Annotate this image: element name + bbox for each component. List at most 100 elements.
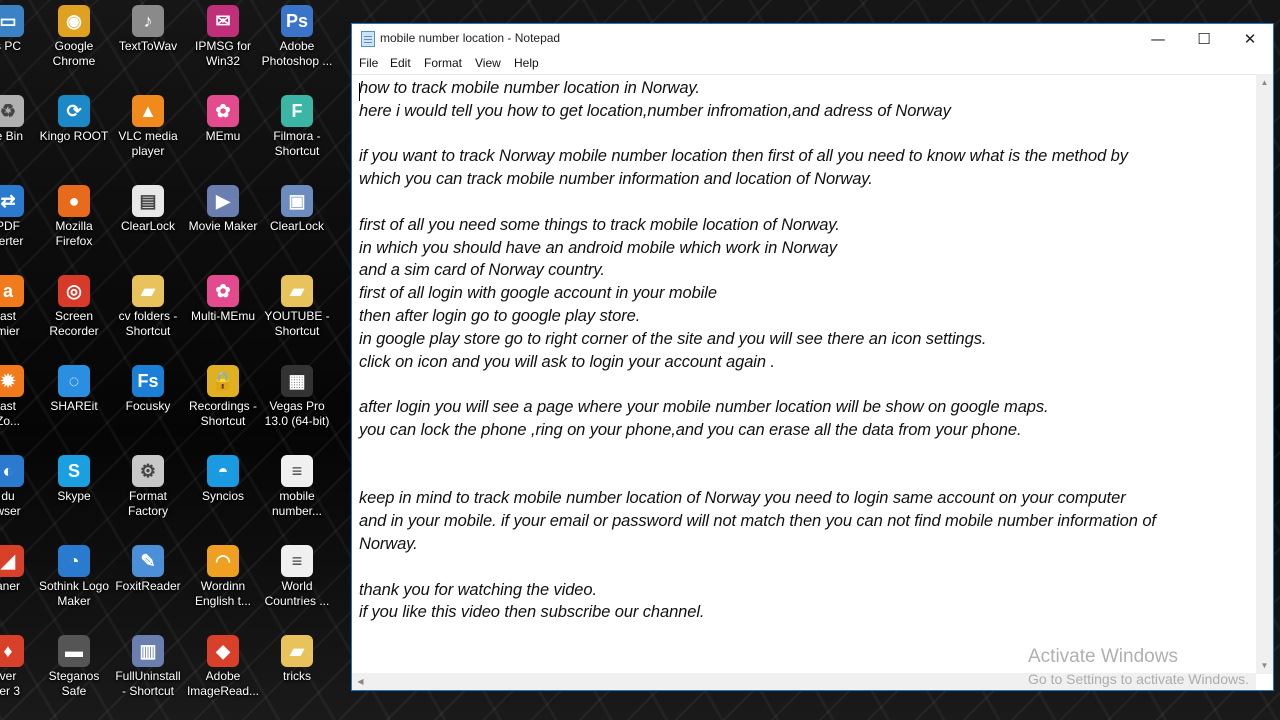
text-line: first of all login with google account i… [359,284,717,303]
desktop-icon[interactable]: ◉ Google Chrome [36,5,112,69]
scroll-down-arrow-icon[interactable]: ▼ [1256,657,1273,674]
multi-memu-icon: ✿ [207,275,239,307]
desktop-icon[interactable]: ● Mozilla Firefox [36,185,112,249]
notepad-icon [361,31,375,47]
desktop-icon-label: mobile number... [271,489,323,518]
shareit-icon: ◌ [58,365,90,397]
desktop-icon[interactable]: ▲ VLC media player [110,95,186,159]
screen-recorder-icon: ◎ [58,275,90,307]
syncios-icon: ◓ [207,455,239,487]
lock-icon: 🔒 [207,365,239,397]
avast-icon: a [0,275,24,307]
foxit-icon: ✎ [132,545,164,577]
desktop-icon[interactable]: ▦ Vegas Pro 13.0 (64-bit) [259,365,335,429]
computer-icon: ▭ [0,5,24,37]
desktop-icon[interactable]: ▥ FullUninstall - Shortcut [110,635,186,699]
desktop-icon-label: Screen Recorder [49,309,99,338]
text-line: then after login go to google play store… [359,307,641,325]
desktop-icon[interactable]: ≡ mobile number... [259,455,335,519]
desktop-icon-label: VLC media player [118,129,178,158]
text-line: keep in mind to track mobile number loca… [359,489,1126,508]
desktop-icon-label: tricks [283,669,311,683]
desktop-icon[interactable]: ✿ MEmu [185,95,261,144]
photoshop-icon: Ps [281,5,313,37]
desktop-icon[interactable]: F Filmora - Shortcut [259,95,335,159]
window-title: mobile number location - Notepad [380,31,561,45]
desktop-icon[interactable]: ▶ Movie Maker [185,185,261,234]
desktop-icon-label: SHAREit [50,399,98,413]
desktop-icon[interactable]: Ps Adobe Photoshop ... [259,5,335,69]
pdf-converter-icon: ⇄ [0,185,24,217]
desktop-icon-label: Google Chrome [52,39,96,68]
text-line: Norway. [359,535,418,553]
clearlock-monitor-icon: ▣ [281,185,313,217]
scroll-left-arrow-icon[interactable]: ◀ [352,673,369,690]
desktop-icon[interactable]: ◠ Wordinn English t... [185,545,261,609]
desktop-icon[interactable]: ◎ Screen Recorder [36,275,112,339]
desktop-icon[interactable]: ▰ YOUTUBE - Shortcut [259,275,335,339]
desktop-icon[interactable]: ✎ FoxitReader [110,545,186,594]
desktop-icon-label: World Countries ... [264,579,330,608]
title-bar[interactable]: mobile number location - Notepad — ☐ ✕ [352,24,1273,54]
close-button[interactable]: ✕ [1227,24,1273,54]
desktop-icon[interactable]: ⟳ Kingo ROOT [36,95,112,144]
steganos-icon: ▬ [58,635,90,667]
desktop-icon[interactable]: ◔ Sothink Logo Maker [36,545,112,609]
scroll-up-arrow-icon[interactable]: ▲ [1256,74,1273,91]
desktop-icon-label: TextToWav [118,39,178,53]
desktop-icon[interactable]: ◆ Adobe ImageRead... [185,635,261,699]
sothink-icon: ◔ [58,545,90,577]
notepad-window[interactable]: mobile number location - Notepad — ☐ ✕ F… [351,23,1274,691]
vertical-scrollbar[interactable]: ▲ ▼ [1256,74,1273,674]
activate-windows-watermark: Activate Windows Go to Settings to activ… [1028,646,1249,687]
text-editor[interactable]: how to track mobile number location in N… [352,74,1256,674]
text-line: you can lock the phone ,ring on your pho… [359,421,1022,439]
desktop-icon-label: ClearLock [120,219,176,233]
menu-edit[interactable]: Edit [390,56,411,70]
firefox-icon: ● [58,185,90,217]
desktop-icon[interactable]: ▰ cv folders - Shortcut [110,275,186,339]
text-line: if you want to track Norway mobile numbe… [359,147,1128,166]
desktop-icon-label: YOUTUBE - Shortcut [264,309,330,338]
text-line: if you like this video then subscribe ou… [359,603,705,622]
desktop-icon[interactable]: ≡ World Countries ... [259,545,335,609]
desktop-icon-label: cv folders - Shortcut [118,309,178,338]
menu-view[interactable]: View [475,56,501,70]
text-line: and in your mobile. if your email or pas… [359,512,1156,531]
folder-icon: ▰ [132,275,164,307]
vegas-icon: ▦ [281,365,313,397]
desktop-icon-label: Format Factory [127,489,168,518]
text-line: here i would tell you how to get locatio… [359,101,951,120]
memu-icon: ✿ [207,95,239,127]
desktop-icon[interactable]: ✿ Multi-MEmu [185,275,261,324]
minimize-button[interactable]: — [1135,24,1181,54]
desktop-icon[interactable]: ♪ TextToWav [110,5,186,54]
text-line: first of all you need some things to tra… [359,215,840,234]
desktop-icon[interactable]: ▰ tricks [259,635,335,684]
desktop-icon[interactable]: S Skype [36,455,112,504]
clearlock-doc-icon: ▤ [132,185,164,217]
desktop-icon[interactable]: ◓ Syncios [185,455,261,504]
text-file-icon: ≡ [281,545,313,577]
menu-format[interactable]: Format [424,56,462,70]
desktop-icon[interactable]: ▬ Steganos Safe [36,635,112,699]
desktop-icon[interactable]: ◌ SHAREit [36,365,112,414]
desktop-icon-label: MEmu [205,129,241,143]
maximize-button[interactable]: ☐ [1181,24,1227,54]
text-line: after login you will see a page where yo… [359,398,1049,417]
folder-icon: ▰ [281,275,313,307]
desktop-icon[interactable]: ▣ ClearLock [259,185,335,234]
text-line: click on icon and you will ask to login … [359,352,775,371]
wordinn-icon: ◠ [207,545,239,577]
baidu-browser-icon: ◐ [0,455,24,487]
imageready-icon: ◆ [207,635,239,667]
desktop-icon[interactable]: ⚙ Format Factory [110,455,186,519]
menu-help[interactable]: Help [514,56,539,70]
activate-windows-subtitle: Go to Settings to activate Windows. [1028,671,1249,687]
menu-file[interactable]: File [359,56,378,70]
desktop-icon[interactable]: 🔒 Recordings - Shortcut [185,365,261,429]
desktop-icon[interactable]: ✉ IPMSG for Win32 [185,5,261,69]
desktop-icon-label: Wordinn English t... [194,579,252,608]
desktop-icon[interactable]: ▤ ClearLock [110,185,186,234]
desktop-icon[interactable]: Fs Focusky [110,365,186,414]
